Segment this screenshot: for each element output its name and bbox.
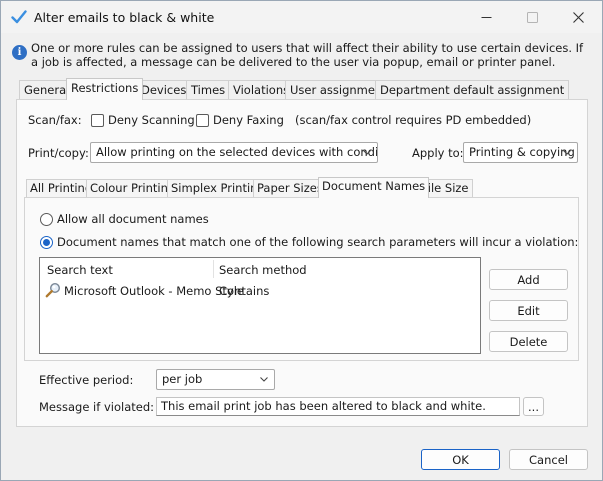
match-names-radio[interactable] [40,236,53,249]
message-input[interactable]: This email print job has been altered to… [156,397,520,416]
deny-scanning-checkbox[interactable] [91,114,104,127]
minimize-button[interactable] [463,1,509,33]
apply-to-select[interactable]: Printing & copying [463,142,578,163]
magnifier-icon [45,282,61,298]
deny-faxing-checkbox[interactable] [196,114,209,127]
window-title: Alter emails to black & white [34,10,215,25]
print-copy-label: Print/copy: [28,146,89,160]
tab-department-default-assignment[interactable]: Department default assignment [375,80,570,99]
deny-faxing-label[interactable]: Deny Faxing [213,113,284,127]
column-header-search-method[interactable]: Search method [219,263,307,277]
info-icon: i [12,45,27,60]
effective-period-label: Effective period: [39,373,134,387]
maximize-icon [526,11,538,23]
subtab-colour-printing[interactable]: Colour Printing [86,179,180,197]
checkmark-icon [11,10,27,24]
apply-to-label: Apply to: [412,146,464,160]
column-divider [213,260,214,278]
effective-period-value: per job [162,372,203,386]
delete-button[interactable]: Delete [489,331,568,352]
tab-devices[interactable]: Devices [136,80,192,99]
row-search-method: Contains [219,284,270,298]
message-browse-button[interactable]: ... [523,397,544,416]
match-names-label[interactable]: Document names that match one of the fol… [57,235,578,249]
apply-to-value: Printing & copying [469,145,575,159]
add-button[interactable]: Add [489,269,568,290]
allow-all-radio[interactable] [40,213,53,226]
print-copy-value: Allow printing on the selected devices w… [96,145,378,159]
scan-fax-label: Scan/fax: [28,113,82,127]
close-icon [572,11,584,23]
deny-scanning-label[interactable]: Deny Scanning [108,113,195,127]
effective-period-select[interactable]: per job [156,369,275,390]
minimize-icon [481,16,491,18]
print-copy-select[interactable]: Allow printing on the selected devices w… [90,142,378,163]
chevron-down-icon [260,377,268,382]
info-text: One or more rules can be assigned to use… [31,41,584,69]
chevron-down-icon [363,150,371,155]
message-label: Message if violated: [39,400,154,414]
subtab-paper-sizes[interactable]: Paper Sizes [253,179,327,197]
allow-all-label[interactable]: Allow all document names [57,212,209,226]
tab-restrictions[interactable]: Restrictions [66,78,144,100]
close-button[interactable] [555,1,601,33]
tab-times[interactable]: Times [186,80,231,99]
edit-button[interactable]: Edit [489,300,568,321]
subtab-document-names[interactable]: Document Names [318,177,430,198]
scan-fax-note: (scan/fax control requires PD embedded) [295,113,532,127]
maximize-button[interactable] [509,1,555,33]
cancel-button[interactable]: Cancel [509,449,588,470]
ok-button[interactable]: OK [421,449,500,470]
chevron-down-icon [563,150,571,155]
table-row[interactable]: Microsoft Outlook - Memo Style Contains [41,281,479,300]
column-header-search-text[interactable]: Search text [47,263,113,277]
row-search-text: Microsoft Outlook - Memo Style [64,284,245,298]
dialog-window: Alter emails to black & white i One or m… [0,0,603,481]
